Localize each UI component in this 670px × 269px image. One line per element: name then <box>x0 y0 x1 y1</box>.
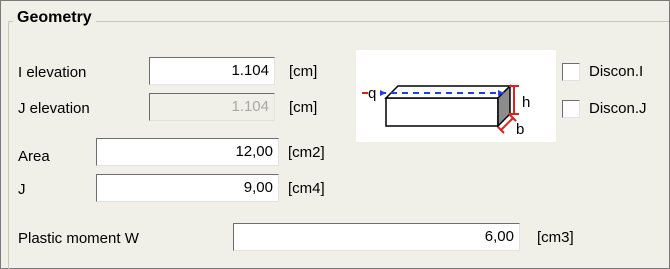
beam-diagram-svg: q h b <box>362 84 530 138</box>
i-elevation-unit: [cm] <box>289 63 318 80</box>
j-label: J <box>18 181 26 198</box>
discon-i-label: Discon.I <box>589 63 644 80</box>
geometry-panel: Geometry I elevation 1.104 [cm] J elevat… <box>0 0 670 269</box>
load-arrow-left <box>380 90 386 96</box>
h-label: h <box>522 94 530 111</box>
beam-front-face <box>385 97 499 127</box>
area-label: Area <box>18 148 50 165</box>
i-elevation-label: I elevation <box>18 64 87 81</box>
j-unit: [cm4] <box>288 180 325 197</box>
discon-j-checkbox[interactable] <box>562 100 580 118</box>
plastic-moment-field[interactable]: 6,00 <box>233 223 520 251</box>
area-unit: [cm2] <box>288 144 325 161</box>
group-title: Geometry <box>13 9 96 27</box>
j-elevation-label: J elevation <box>18 100 90 117</box>
j-field[interactable]: 9,00 <box>96 174 279 202</box>
area-field[interactable]: 12,00 <box>96 138 279 166</box>
b-label: b <box>516 121 524 138</box>
i-elevation-field[interactable]: 1.104 <box>149 57 275 85</box>
j-elevation-field[interactable]: 1.104 <box>149 93 275 121</box>
j-elevation-unit: [cm] <box>289 99 318 116</box>
section-diagram: q h b <box>356 50 556 142</box>
plastic-moment-label: Plastic moment W <box>18 230 139 247</box>
discon-j-label: Discon.J <box>589 100 647 117</box>
plastic-moment-unit: [cm3] <box>537 229 574 246</box>
q-label: q <box>368 85 376 102</box>
discon-i-checkbox[interactable] <box>562 63 580 81</box>
